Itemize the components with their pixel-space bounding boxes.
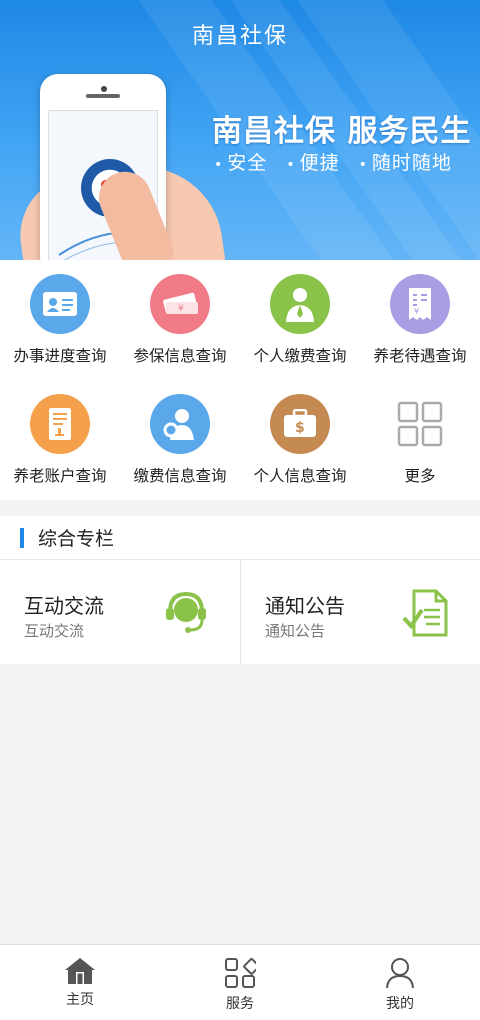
card-subtitle: 互动交流 xyxy=(24,622,85,640)
svg-text:¥: ¥ xyxy=(414,307,419,316)
feature-convenient: 便捷 xyxy=(299,152,340,174)
ticket-icon: ¥ xyxy=(150,274,210,334)
home-icon xyxy=(65,958,95,984)
nav-label: 服务 xyxy=(226,996,254,1012)
service-label: 更多 xyxy=(404,467,436,485)
briefcase-icon: $ xyxy=(270,394,330,454)
card-notice[interactable]: 通知公告 通知公告 xyxy=(240,560,480,664)
service-insurance-info[interactable]: ¥ 参保信息查询 xyxy=(120,260,240,380)
service-personal-payment[interactable]: 个人缴费查询 xyxy=(240,260,360,380)
section-header: 综合专栏 xyxy=(0,516,480,560)
person-icon xyxy=(386,958,414,989)
service-label: 办事进度查询 xyxy=(13,347,107,365)
nav-label: 主页 xyxy=(66,992,94,1008)
nav-home[interactable]: 主页 xyxy=(0,945,160,1020)
card-title: 互动交流 xyxy=(24,594,104,618)
apps-icon xyxy=(225,958,256,988)
service-payment-info[interactable]: 缴费信息查询 xyxy=(120,380,240,500)
grid-icon xyxy=(390,394,450,454)
headset-icon xyxy=(162,588,210,640)
service-grid: 办事进度查询 ¥ 参保信息查询 个人缴费查询 ¥ 养老待遇查询 养老账户查询 缴… xyxy=(0,260,480,500)
banner-features: • 安全 • 便捷 • 随时随地 xyxy=(214,152,452,174)
service-label: 缴费信息查询 xyxy=(133,467,227,485)
service-label: 养老账户查询 xyxy=(13,467,107,485)
card-title: 通知公告 xyxy=(265,594,345,618)
comprehensive-column: 综合专栏 互动交流 互动交流 通知公告 通知公告 xyxy=(0,516,480,664)
doctor-icon xyxy=(270,274,330,334)
hero-banner[interactable]: 南昌社保 SI 南昌社保 服务民生 •安全 •便捷 •随时随地 xyxy=(0,0,480,260)
svg-text:$: $ xyxy=(295,420,305,436)
document-check-icon xyxy=(402,588,450,642)
service-label: 个人信息查询 xyxy=(253,467,347,485)
nav-mine[interactable]: 我的 xyxy=(320,945,480,1020)
service-more[interactable]: 更多 xyxy=(360,380,480,500)
feature-anytime: 随时随地 xyxy=(371,152,452,174)
service-label: 个人缴费查询 xyxy=(253,347,347,365)
banner-slogan: 南昌社保 服务民生 xyxy=(212,114,472,149)
service-personal-info[interactable]: $ 个人信息查询 xyxy=(240,380,360,500)
card-interaction[interactable]: 互动交流 互动交流 xyxy=(0,560,240,664)
bottom-navigation: 主页 服务 我的 xyxy=(0,944,480,1020)
receipt-icon: ¥ xyxy=(390,274,450,334)
svg-text:¥: ¥ xyxy=(178,304,184,314)
user-search-icon xyxy=(150,394,210,454)
nav-services[interactable]: 服务 xyxy=(160,945,320,1020)
service-progress-query[interactable]: 办事进度查询 xyxy=(0,260,120,380)
app-title: 南昌社保 xyxy=(191,24,288,49)
card-subtitle: 通知公告 xyxy=(265,622,326,640)
service-label: 养老待遇查询 xyxy=(373,347,467,365)
service-pension-account[interactable]: 养老账户查询 xyxy=(0,380,120,500)
ledger-icon xyxy=(30,394,90,454)
service-label: 参保信息查询 xyxy=(133,347,227,365)
nav-label: 我的 xyxy=(386,996,414,1012)
feature-safe: 安全 xyxy=(227,152,268,174)
section-accent-bar xyxy=(20,527,24,548)
section-title: 综合专栏 xyxy=(38,528,115,550)
id-card-icon xyxy=(30,274,90,334)
service-pension-benefit[interactable]: ¥ 养老待遇查询 xyxy=(360,260,480,380)
